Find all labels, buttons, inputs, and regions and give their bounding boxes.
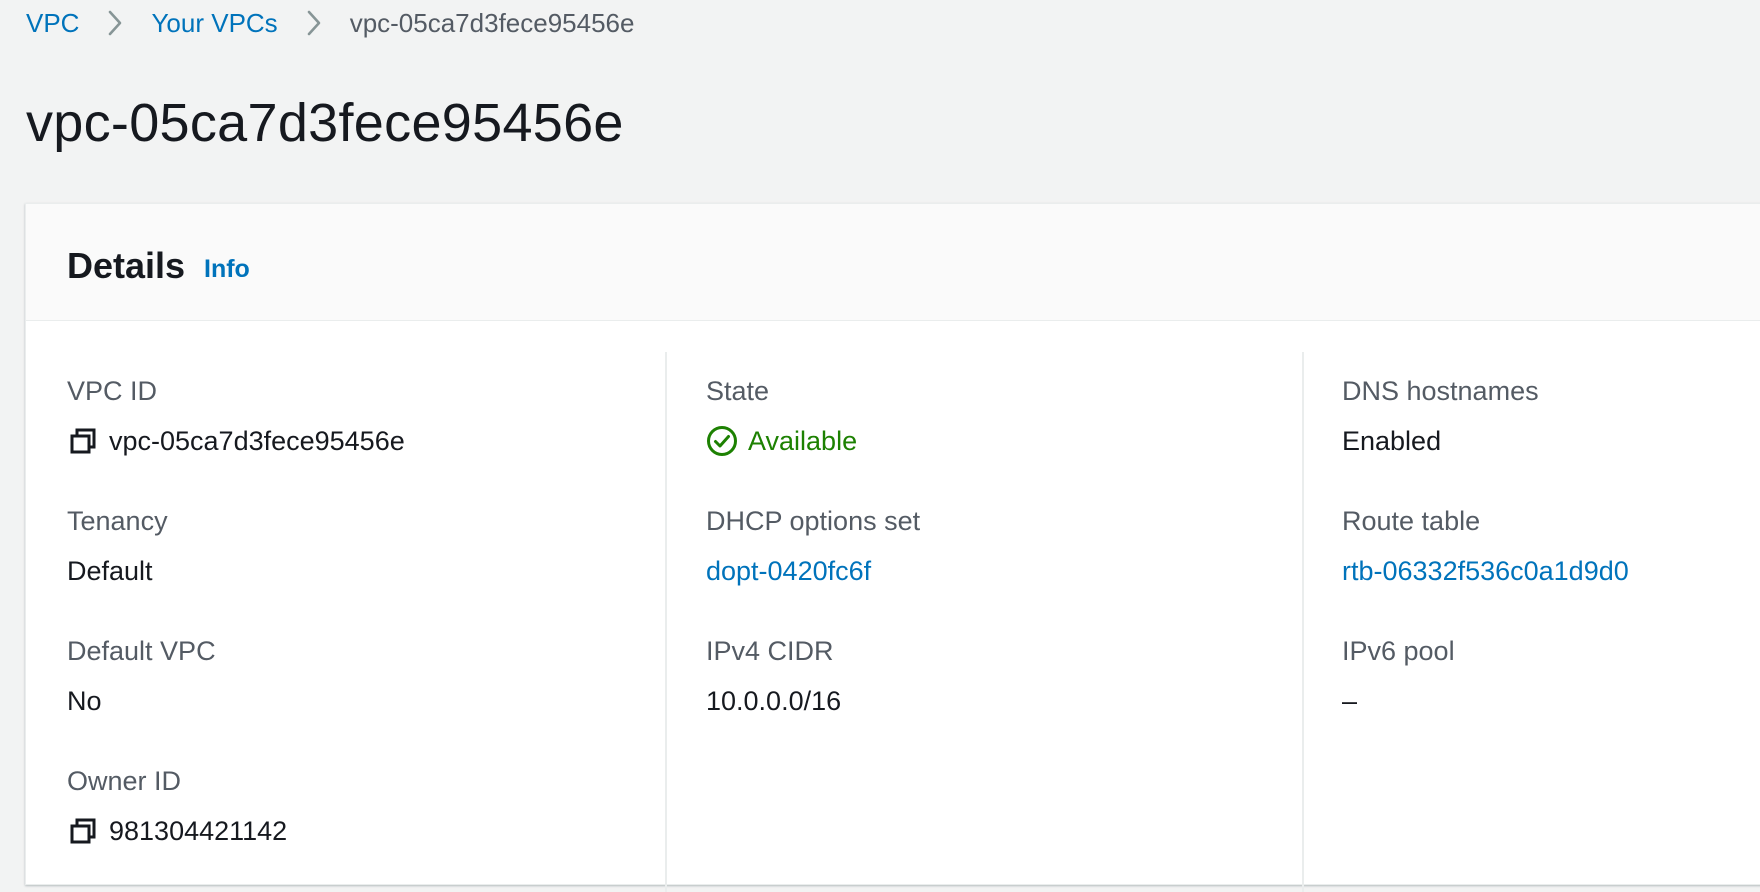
field-value: rtb-06332f536c0a1d9d0 [1342,554,1629,588]
field-vpc-id: VPC ID vpc-05ca7d3fece95456e [67,374,405,458]
breadcrumb-link-vpc[interactable]: VPC [26,8,79,39]
chevron-right-icon [79,6,151,40]
field-label: IPv6 pool [1342,636,1455,666]
field-label: DHCP options set [706,506,921,536]
field-label: Default VPC [67,636,216,666]
field-default-vpc: Default VPC No [67,634,216,718]
ipv4-cidr-value: 10.0.0.0/16 [706,686,842,716]
chevron-right-icon [278,6,350,40]
owner-id-value: 981304421142 [109,816,288,846]
check-circle-icon [706,425,738,457]
copy-icon[interactable] [67,425,99,457]
dns-hostnames-value: Enabled [1342,426,1442,456]
field-label: Owner ID [67,766,182,796]
field-ipv4-cidr: IPv4 CIDR 10.0.0.0/16 [706,634,841,718]
field-route-table: Route table rtb-06332f536c0a1d9d0 [1342,504,1629,588]
field-ipv6-pool: IPv6 pool – [1342,634,1455,718]
breadcrumb-current: vpc-05ca7d3fece95456e [349,7,635,38]
field-value: vpc-05ca7d3fece95456e [67,424,405,458]
field-value: dopt-0420fc6f [706,554,920,588]
page-title: vpc-05ca7d3fece95456e [26,93,624,153]
details-title: Details [67,245,186,286]
column-divider [665,352,667,892]
field-state: State Available [706,374,857,458]
state-value: Available [748,426,858,456]
vpc-id-value: vpc-05ca7d3fece95456e [109,426,405,456]
field-dns-hostnames: DNS hostnames Enabled [1342,374,1539,458]
breadcrumb-link-your-vpcs[interactable]: Your VPCs [151,8,277,39]
dhcp-options-link[interactable]: dopt-0420fc6f [706,554,871,588]
field-label: VPC ID [67,376,158,406]
field-label: IPv4 CIDR [706,636,834,666]
field-value: 981304421142 [67,814,287,848]
tenancy-value: Default [67,556,153,586]
details-panel-header: Details Info [26,204,1760,321]
field-value: Available [706,424,857,458]
field-tenancy: Tenancy Default [67,504,168,588]
field-dhcp-options-set: DHCP options set dopt-0420fc6f [706,504,920,588]
details-panel: Details Info VPC ID vpc-05ca7d3fece95456… [25,203,1760,892]
default-vpc-value: No [67,686,102,716]
field-label: Tenancy [67,506,168,536]
breadcrumb: VPC Your VPCs vpc-05ca7d3fece95456e [26,6,634,40]
ipv6-pool-value: – [1342,686,1358,716]
copy-icon[interactable] [67,815,99,847]
field-owner-id: Owner ID 981304421142 [67,764,287,848]
field-label: State [706,376,770,406]
column-divider [1302,352,1304,892]
field-label: DNS hostnames [1342,376,1539,406]
field-label: Route table [1342,506,1481,536]
route-table-link[interactable]: rtb-06332f536c0a1d9d0 [1342,554,1629,588]
info-link[interactable]: Info [204,253,250,285]
